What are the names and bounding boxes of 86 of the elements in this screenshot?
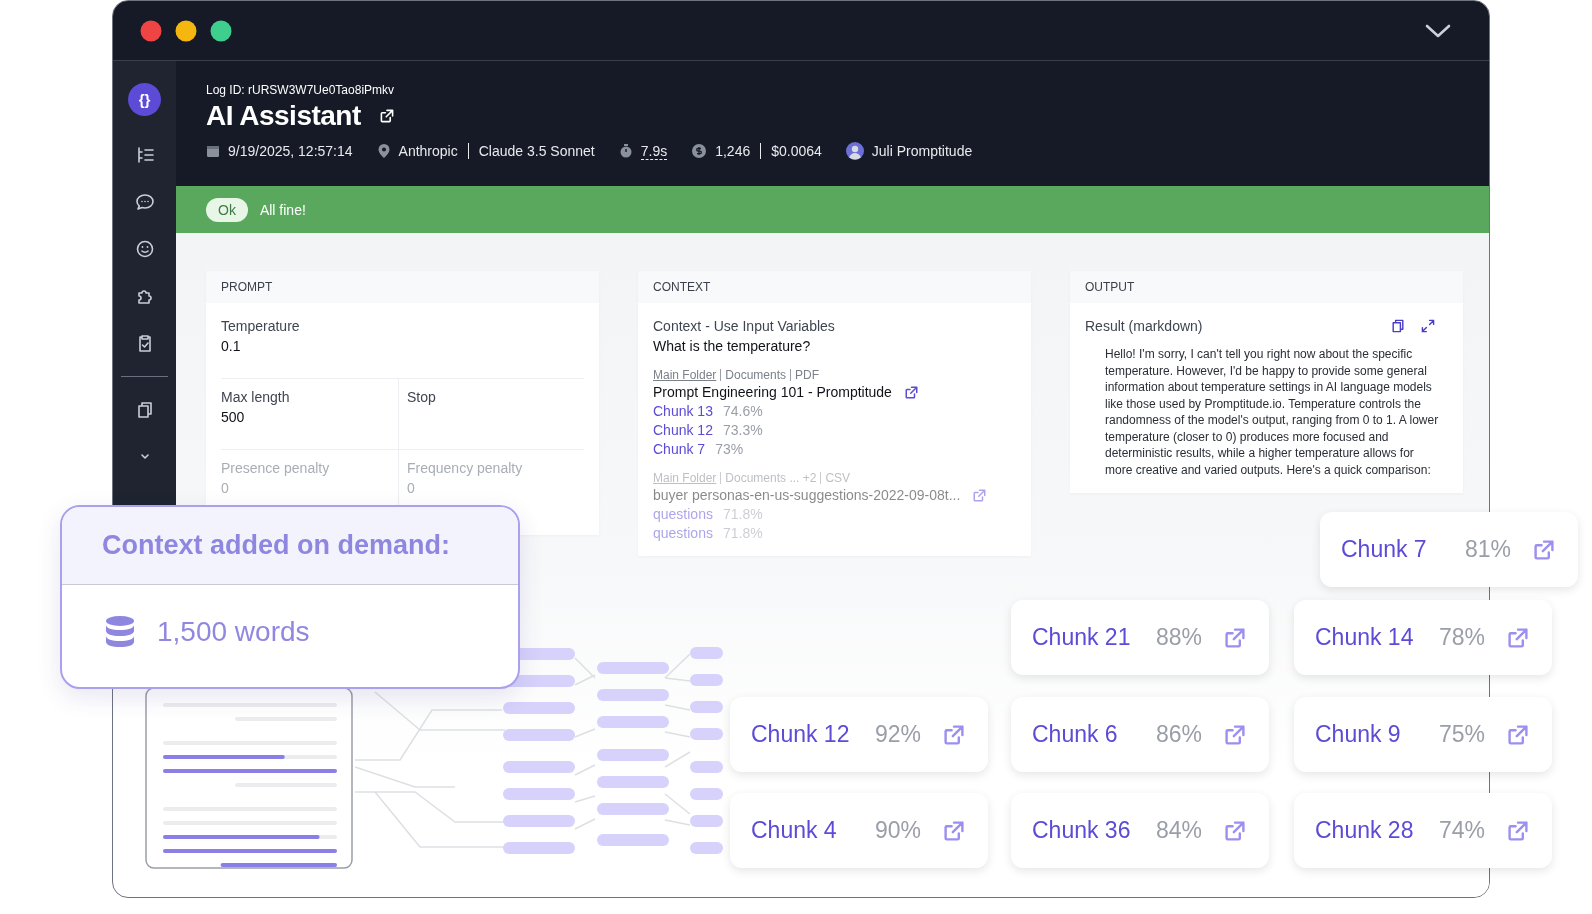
status-badge: Ok [206,197,248,222]
token-count: 1,246 [715,143,751,159]
smiley-icon[interactable] [134,239,155,259]
panel-title: CONTEXT [653,280,711,294]
date-text: 9/19/2025, 12:57:14 [228,143,353,159]
context-question: What is the temperature? [653,338,812,354]
chunk-score: 75% [1439,721,1487,748]
chunk-score: 81% [1465,536,1513,563]
minimize-button[interactable] [175,19,197,42]
location-pin-icon [376,143,391,159]
calendar-icon [206,144,220,158]
chunk-score: 84% [1156,817,1204,844]
copy-icon[interactable] [1390,318,1406,334]
field-value: 0 [221,480,230,496]
chunk-card[interactable]: Chunk 28 74% [1294,793,1552,868]
path-label: CSV [825,471,851,485]
field-value: 0.1 [221,338,242,354]
document-name: Prompt Engineering 101 - Promptitude [653,384,892,400]
folder-link[interactable]: Main Folder [653,368,717,382]
model-text: Claude 3.5 Sonnet [478,143,595,159]
close-button[interactable] [140,19,162,42]
field-label: Max length [221,389,291,405]
chunk-card[interactable]: Chunk 4 90% [730,793,988,868]
chunk-score: 74.6% [722,403,763,419]
log-id: Log ID: rURSW3W7Ue0Tao8iPmkv [206,83,396,97]
context-heading: Context - Use Input Variables [653,318,836,334]
chunk-card[interactable]: Chunk 36 84% [1011,793,1269,868]
chunk-label: Chunk 6 [1032,721,1119,748]
chunk-label: Chunk 21 [1032,624,1132,651]
zoom-button[interactable] [210,19,232,42]
chunk-score: 73.3% [722,422,763,438]
path-label: PDF [795,368,820,382]
provider-text: Anthropic [398,143,458,159]
result-label: Result (markdown) [1085,318,1203,334]
external-link-icon[interactable] [903,384,919,400]
avatar [845,142,864,160]
path-label: Documents ... +2 [725,471,817,485]
card-title: Context added on demand: [102,530,450,561]
logo[interactable]: {} [128,83,161,116]
chunk-label: Chunk 28 [1315,817,1415,844]
external-link-icon[interactable] [378,108,395,124]
document-name: buyer personas-en-us-suggestions-2022-09-08t... [653,487,961,503]
field-label: Temperature [221,318,301,334]
chunk-label: Chunk 14 [1315,624,1415,651]
chunk-card[interactable]: Chunk 21 88% [1011,600,1269,675]
database-icon [105,615,135,649]
chunk-card[interactable]: Chunk 9 75% [1294,697,1552,772]
field-label: Presence penalty [221,460,331,476]
panel-title: PROMPT [221,280,273,294]
chunk-score: 86% [1156,721,1204,748]
path-label: Documents [725,368,787,382]
chunk-link[interactable]: Chunk 7 [653,441,706,457]
page-title: AI Assistant [206,100,361,132]
chunk-score: 92% [875,721,923,748]
chunk-score: 88% [1156,624,1204,651]
chunk-card[interactable]: Chunk 14 78% [1294,600,1552,675]
user-name: Juli Promptitude [871,143,973,159]
result-text: Hello! I'm sorry, I can't tell you right now about the specific temperature. However, I'd be happy to provide some general information about temperature settings in AI language models like those used by Promptitude.io. Temperature controls the randomness of the model's output, ranging from 0 to 1. A lower temperature (closer to 0) produces more focused and deterministic results, while a higher temperature allows for more creative and varied outputs. Here's a quick comparison: [1105,346,1440,478]
chunk-card[interactable]: Chunk 6 86% [1011,697,1269,772]
coin-icon [691,143,708,159]
status-message: All fine! [259,201,306,218]
chunk-label: Chunk 4 [751,817,838,844]
chunk-link[interactable]: Chunk 12 [653,422,713,438]
field-label: Stop [407,389,437,405]
chunk-score: 74% [1439,817,1487,844]
cost-text: $0.0064 [771,143,822,159]
chat-icon[interactable] [134,192,155,212]
chunk-score: 78% [1439,624,1487,651]
stopwatch-icon [618,143,633,159]
chunk-score: 73% [715,441,744,457]
word-count: 1,500 words [157,616,310,648]
chunk-card[interactable]: Chunk 7 81% [1320,512,1578,587]
field-label: Frequency penalty [407,460,524,476]
chunk-link[interactable]: Chunk 13 [653,403,713,419]
chevron-down-icon[interactable] [1425,22,1451,39]
chunk-label: Chunk 9 [1315,721,1402,748]
chunk-label: Chunk 7 [1341,536,1428,563]
field-value: 500 [221,409,246,425]
chunk-label: Chunk 12 [751,721,851,748]
duration-text: 7.9s [640,142,668,160]
expand-icon[interactable] [1420,318,1436,334]
chunk-label: Chunk 36 [1032,817,1132,844]
panel-title: OUTPUT [1085,280,1135,294]
field-value: 0 [407,480,416,496]
chunk-score: 90% [875,817,923,844]
chunk-card[interactable]: Chunk 12 92% [730,697,988,772]
